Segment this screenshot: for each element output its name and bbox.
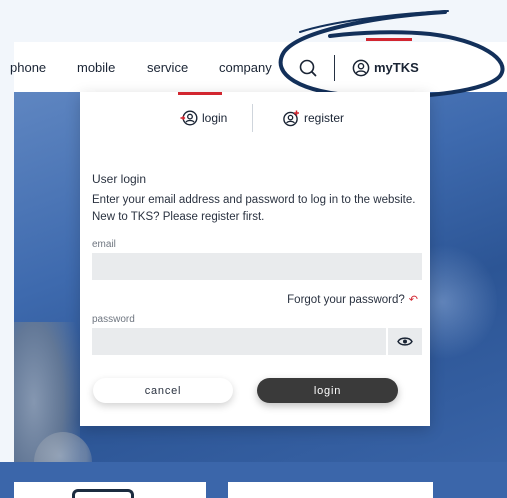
user-circle-icon [352,59,370,77]
nav-company[interactable]: company [219,60,272,75]
login-user-icon [180,110,198,126]
description-line-2: New to TKS? Please register first. [92,211,265,223]
page: phone mobile service company myTKS login… [0,0,507,498]
search-button[interactable] [297,57,319,79]
email-field[interactable] [92,253,422,280]
device-icon [72,489,134,498]
show-password-button[interactable] [388,328,422,355]
mytks-active-indicator [366,38,412,41]
nav-phone[interactable]: phone [10,60,46,75]
eye-icon [397,337,413,346]
nav-service[interactable]: service [147,60,188,75]
description-line-1: Enter your email address and password to… [92,194,416,206]
nav-divider [334,55,335,81]
email-label: email [92,239,116,250]
teaser-card-right[interactable] [228,482,433,498]
tab-divider [252,104,253,132]
main-navigation: phone mobile service company myTKS [10,38,507,92]
forgot-password-link[interactable]: Forgot your password? ↶ [287,293,418,306]
search-icon [299,59,317,77]
login-tab-indicator [178,92,222,95]
login-title: User login [92,172,147,186]
login-button[interactable]: login [257,378,398,403]
cancel-button[interactable]: cancel [93,378,233,403]
password-label: password [92,314,135,325]
login-description: Enter your email address and password to… [92,192,422,226]
tab-login-label: login [202,111,228,125]
login-panel: login register User login Enter your ema… [80,92,430,426]
mytks-label: myTKS [374,60,419,75]
password-field[interactable] [92,328,386,355]
forgot-password-label: Forgot your password? [287,294,405,306]
return-arrow-icon: ↶ [408,294,418,306]
register-user-icon [283,110,299,127]
tab-register-label: register [304,111,345,125]
nav-mobile[interactable]: mobile [77,60,115,75]
